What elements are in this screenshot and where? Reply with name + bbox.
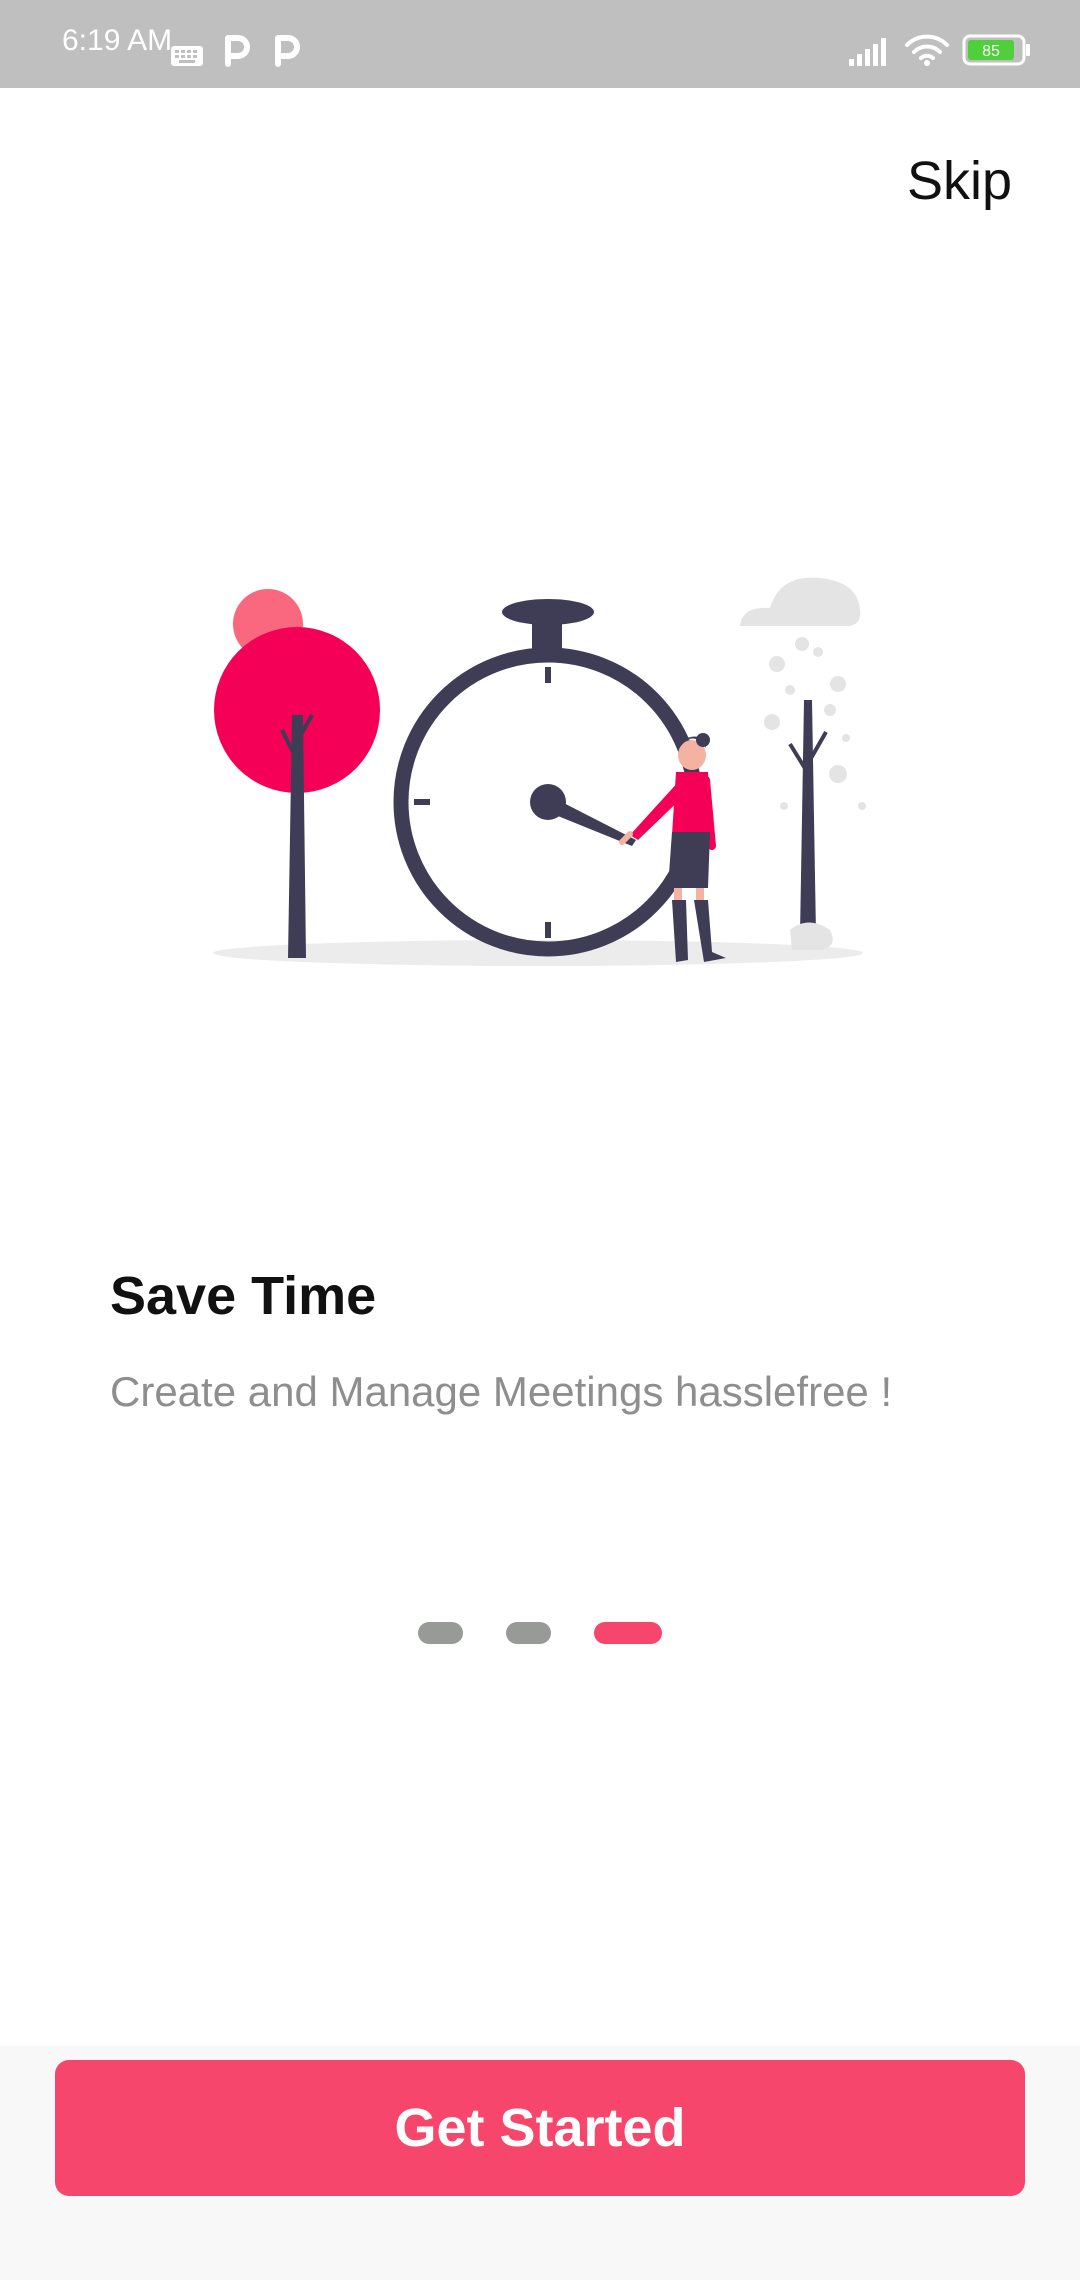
save-time-illustration	[213, 577, 866, 966]
stopwatch-crown	[502, 599, 594, 625]
status-time: 6:19 AM	[62, 24, 173, 57]
slide-subtitle: Create and Manage Meetings hasslefree !	[110, 1368, 893, 1415]
keyboard-icon	[171, 46, 203, 66]
cloud	[740, 577, 861, 626]
battery-level: 85	[982, 43, 1000, 60]
parking-icon	[275, 35, 300, 67]
woman-skirt	[668, 832, 710, 888]
signal-icon	[849, 38, 886, 66]
parking-icon	[225, 35, 250, 67]
page-indicator	[0, 1622, 1080, 1646]
battery-icon: 85	[962, 34, 1030, 66]
snow-dots	[764, 637, 866, 810]
page-dot-3-active[interactable]	[594, 1622, 662, 1644]
slide-title: Save Time	[110, 1266, 377, 1326]
get-started-button[interactable]: Get Started	[55, 2060, 1025, 2196]
tree-right-trunk	[800, 700, 816, 935]
page-dot-2[interactable]	[506, 1622, 551, 1644]
page-dot-1[interactable]	[418, 1622, 463, 1644]
wifi-icon	[905, 34, 949, 66]
status-bar: 6:19 AM 85	[0, 0, 1080, 88]
skip-button[interactable]: Skip	[907, 150, 1012, 212]
